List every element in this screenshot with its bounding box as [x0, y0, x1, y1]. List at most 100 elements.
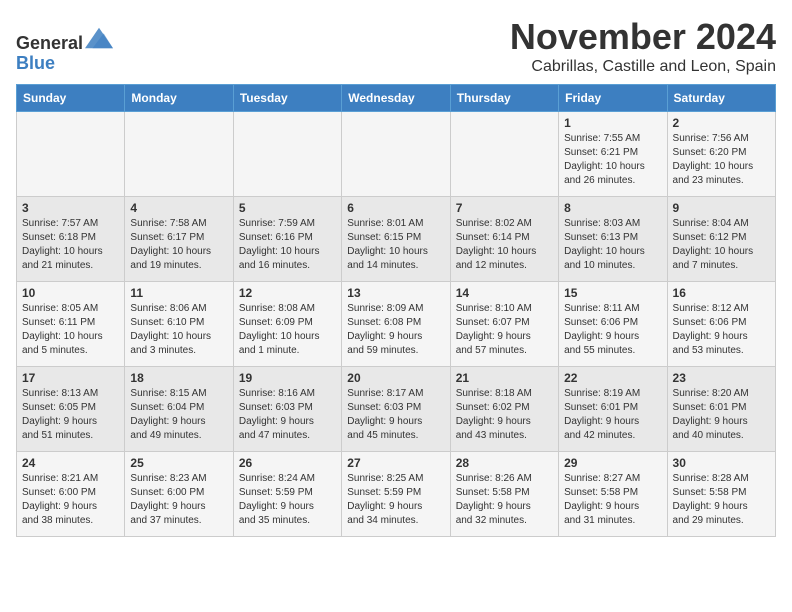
calendar-cell: 14 Sunrise: 8:10 AM Sunset: 6:07 PM Dayli…	[450, 282, 558, 367]
day-info: Sunrise: 8:18 AM Sunset: 6:02 PM Dayligh…	[456, 387, 553, 443]
day-info: Sunrise: 8:17 AM Sunset: 6:03 PM Dayligh…	[347, 387, 444, 443]
calendar-cell: 22Sunrise: 8:19 AM Sunset: 6:01 PM Dayli…	[559, 367, 667, 452]
calendar-body: 1Sunrise: 7:55 AM Sunset: 6:21 PM Daylig…	[17, 112, 776, 537]
calendar-header: SundayMondayTuesdayWednesdayThursdayFrid…	[17, 85, 776, 112]
day-info: Sunrise: 7:58 AM Sunset: 6:17 PM Dayligh…	[130, 217, 227, 273]
month-title: November 2024	[510, 16, 776, 58]
title-section: November 2024 Cabrillas, Castille and Le…	[510, 16, 776, 76]
calendar-week-1: 1Sunrise: 7:55 AM Sunset: 6:21 PM Daylig…	[17, 112, 776, 197]
weekday-header-wednesday: Wednesday	[342, 85, 450, 112]
day-info: Sunrise: 8:24 AM Sunset: 5:59 PM Dayligh…	[239, 472, 336, 528]
calendar-cell: 3Sunrise: 7:57 AM Sunset: 6:18 PM Daylig…	[17, 197, 125, 282]
calendar-cell: 6Sunrise: 8:01 AM Sunset: 6:15 PM Daylig…	[342, 197, 450, 282]
day-info: Sunrise: 8:08 AM Sunset: 6:09 PM Dayligh…	[239, 302, 336, 358]
calendar-cell: 23 Sunrise: 8:20 AM Sunset: 6:01 PM Dayli…	[667, 367, 775, 452]
day-number: 6	[347, 201, 444, 215]
calendar-week-4: 17 Sunrise: 8:13 AM Sunset: 6:05 PM Dayli…	[17, 367, 776, 452]
logo: General Blue	[16, 27, 113, 74]
day-number: 9	[673, 201, 770, 215]
day-number: 12	[239, 286, 336, 300]
calendar-cell: 21 Sunrise: 8:18 AM Sunset: 6:02 PM Dayli…	[450, 367, 558, 452]
calendar-cell: 7 Sunrise: 8:02 AM Sunset: 6:14 PM Daylig…	[450, 197, 558, 282]
calendar-cell: 26 Sunrise: 8:24 AM Sunset: 5:59 PM Dayli…	[233, 452, 341, 537]
calendar-cell: 30Sunrise: 8:28 AM Sunset: 5:58 PM Dayli…	[667, 452, 775, 537]
day-info: Sunrise: 8:10 AM Sunset: 6:07 PM Dayligh…	[456, 302, 553, 358]
calendar-cell: 9 Sunrise: 8:04 AM Sunset: 6:12 PM Daylig…	[667, 197, 775, 282]
day-number: 14	[456, 286, 553, 300]
calendar-cell: 20 Sunrise: 8:17 AM Sunset: 6:03 PM Dayli…	[342, 367, 450, 452]
day-number: 27	[347, 456, 444, 470]
day-info: Sunrise: 7:56 AM Sunset: 6:20 PM Dayligh…	[673, 132, 770, 188]
day-info: Sunrise: 8:12 AM Sunset: 6:06 PM Dayligh…	[673, 302, 770, 358]
day-number: 25	[130, 456, 227, 470]
day-number: 17	[22, 371, 119, 385]
calendar-cell: 18 Sunrise: 8:15 AM Sunset: 6:04 PM Dayli…	[125, 367, 233, 452]
calendar-cell: 2 Sunrise: 7:56 AM Sunset: 6:20 PM Daylig…	[667, 112, 775, 197]
day-info: Sunrise: 8:06 AM Sunset: 6:10 PM Dayligh…	[130, 302, 227, 358]
calendar-cell: 13Sunrise: 8:09 AM Sunset: 6:08 PM Dayli…	[342, 282, 450, 367]
day-info: Sunrise: 8:27 AM Sunset: 5:58 PM Dayligh…	[564, 472, 661, 528]
day-number: 2	[673, 116, 770, 130]
day-info: Sunrise: 8:09 AM Sunset: 6:08 PM Dayligh…	[347, 302, 444, 358]
day-number: 10	[22, 286, 119, 300]
calendar-cell: 19 Sunrise: 8:16 AM Sunset: 6:03 PM Dayli…	[233, 367, 341, 452]
calendar-cell: 28Sunrise: 8:26 AM Sunset: 5:58 PM Dayli…	[450, 452, 558, 537]
day-info: Sunrise: 8:23 AM Sunset: 6:00 PM Dayligh…	[130, 472, 227, 528]
day-info: Sunrise: 8:25 AM Sunset: 5:59 PM Dayligh…	[347, 472, 444, 528]
day-number: 21	[456, 371, 553, 385]
calendar-cell	[125, 112, 233, 197]
calendar-cell: 12 Sunrise: 8:08 AM Sunset: 6:09 PM Dayli…	[233, 282, 341, 367]
calendar-cell: 4 Sunrise: 7:58 AM Sunset: 6:17 PM Daylig…	[125, 197, 233, 282]
day-info: Sunrise: 8:02 AM Sunset: 6:14 PM Dayligh…	[456, 217, 553, 273]
day-number: 16	[673, 286, 770, 300]
day-number: 29	[564, 456, 661, 470]
day-number: 5	[239, 201, 336, 215]
calendar-week-2: 3Sunrise: 7:57 AM Sunset: 6:18 PM Daylig…	[17, 197, 776, 282]
calendar-cell: 17 Sunrise: 8:13 AM Sunset: 6:05 PM Dayli…	[17, 367, 125, 452]
day-info: Sunrise: 7:59 AM Sunset: 6:16 PM Dayligh…	[239, 217, 336, 273]
day-number: 28	[456, 456, 553, 470]
weekday-header-friday: Friday	[559, 85, 667, 112]
day-number: 30	[673, 456, 770, 470]
day-number: 7	[456, 201, 553, 215]
day-info: Sunrise: 8:21 AM Sunset: 6:00 PM Dayligh…	[22, 472, 119, 528]
day-number: 23	[673, 371, 770, 385]
day-info: Sunrise: 8:11 AM Sunset: 6:06 PM Dayligh…	[564, 302, 661, 358]
calendar-cell: 15 Sunrise: 8:11 AM Sunset: 6:06 PM Dayli…	[559, 282, 667, 367]
day-info: Sunrise: 8:19 AM Sunset: 6:01 PM Dayligh…	[564, 387, 661, 443]
calendar-cell: 8Sunrise: 8:03 AM Sunset: 6:13 PM Daylig…	[559, 197, 667, 282]
day-info: Sunrise: 8:16 AM Sunset: 6:03 PM Dayligh…	[239, 387, 336, 443]
day-number: 26	[239, 456, 336, 470]
calendar-cell	[450, 112, 558, 197]
calendar-cell: 27 Sunrise: 8:25 AM Sunset: 5:59 PM Dayli…	[342, 452, 450, 537]
day-info: Sunrise: 8:15 AM Sunset: 6:04 PM Dayligh…	[130, 387, 227, 443]
calendar-cell	[233, 112, 341, 197]
calendar-cell	[17, 112, 125, 197]
weekday-header-tuesday: Tuesday	[233, 85, 341, 112]
calendar-cell: 10 Sunrise: 8:05 AM Sunset: 6:11 PM Dayli…	[17, 282, 125, 367]
day-info: Sunrise: 8:04 AM Sunset: 6:12 PM Dayligh…	[673, 217, 770, 273]
logo-line2: Blue	[16, 54, 113, 74]
logo-line1: General	[16, 27, 113, 54]
day-info: Sunrise: 8:20 AM Sunset: 6:01 PM Dayligh…	[673, 387, 770, 443]
day-number: 11	[130, 286, 227, 300]
day-number: 24	[22, 456, 119, 470]
day-number: 20	[347, 371, 444, 385]
calendar-week-5: 24 Sunrise: 8:21 AM Sunset: 6:00 PM Dayli…	[17, 452, 776, 537]
calendar-cell: 11 Sunrise: 8:06 AM Sunset: 6:10 PM Dayli…	[125, 282, 233, 367]
weekday-header-saturday: Saturday	[667, 85, 775, 112]
calendar-cell: 25 Sunrise: 8:23 AM Sunset: 6:00 PM Dayli…	[125, 452, 233, 537]
weekday-header-sunday: Sunday	[17, 85, 125, 112]
calendar-week-3: 10 Sunrise: 8:05 AM Sunset: 6:11 PM Dayli…	[17, 282, 776, 367]
day-info: Sunrise: 8:05 AM Sunset: 6:11 PM Dayligh…	[22, 302, 119, 358]
day-number: 4	[130, 201, 227, 215]
day-number: 1	[564, 116, 661, 130]
day-number: 19	[239, 371, 336, 385]
day-number: 18	[130, 371, 227, 385]
day-info: Sunrise: 8:13 AM Sunset: 6:05 PM Dayligh…	[22, 387, 119, 443]
location-title: Cabrillas, Castille and Leon, Spain	[510, 58, 776, 76]
weekday-header-thursday: Thursday	[450, 85, 558, 112]
calendar-cell: 29 Sunrise: 8:27 AM Sunset: 5:58 PM Dayli…	[559, 452, 667, 537]
day-number: 8	[564, 201, 661, 215]
day-number: 15	[564, 286, 661, 300]
